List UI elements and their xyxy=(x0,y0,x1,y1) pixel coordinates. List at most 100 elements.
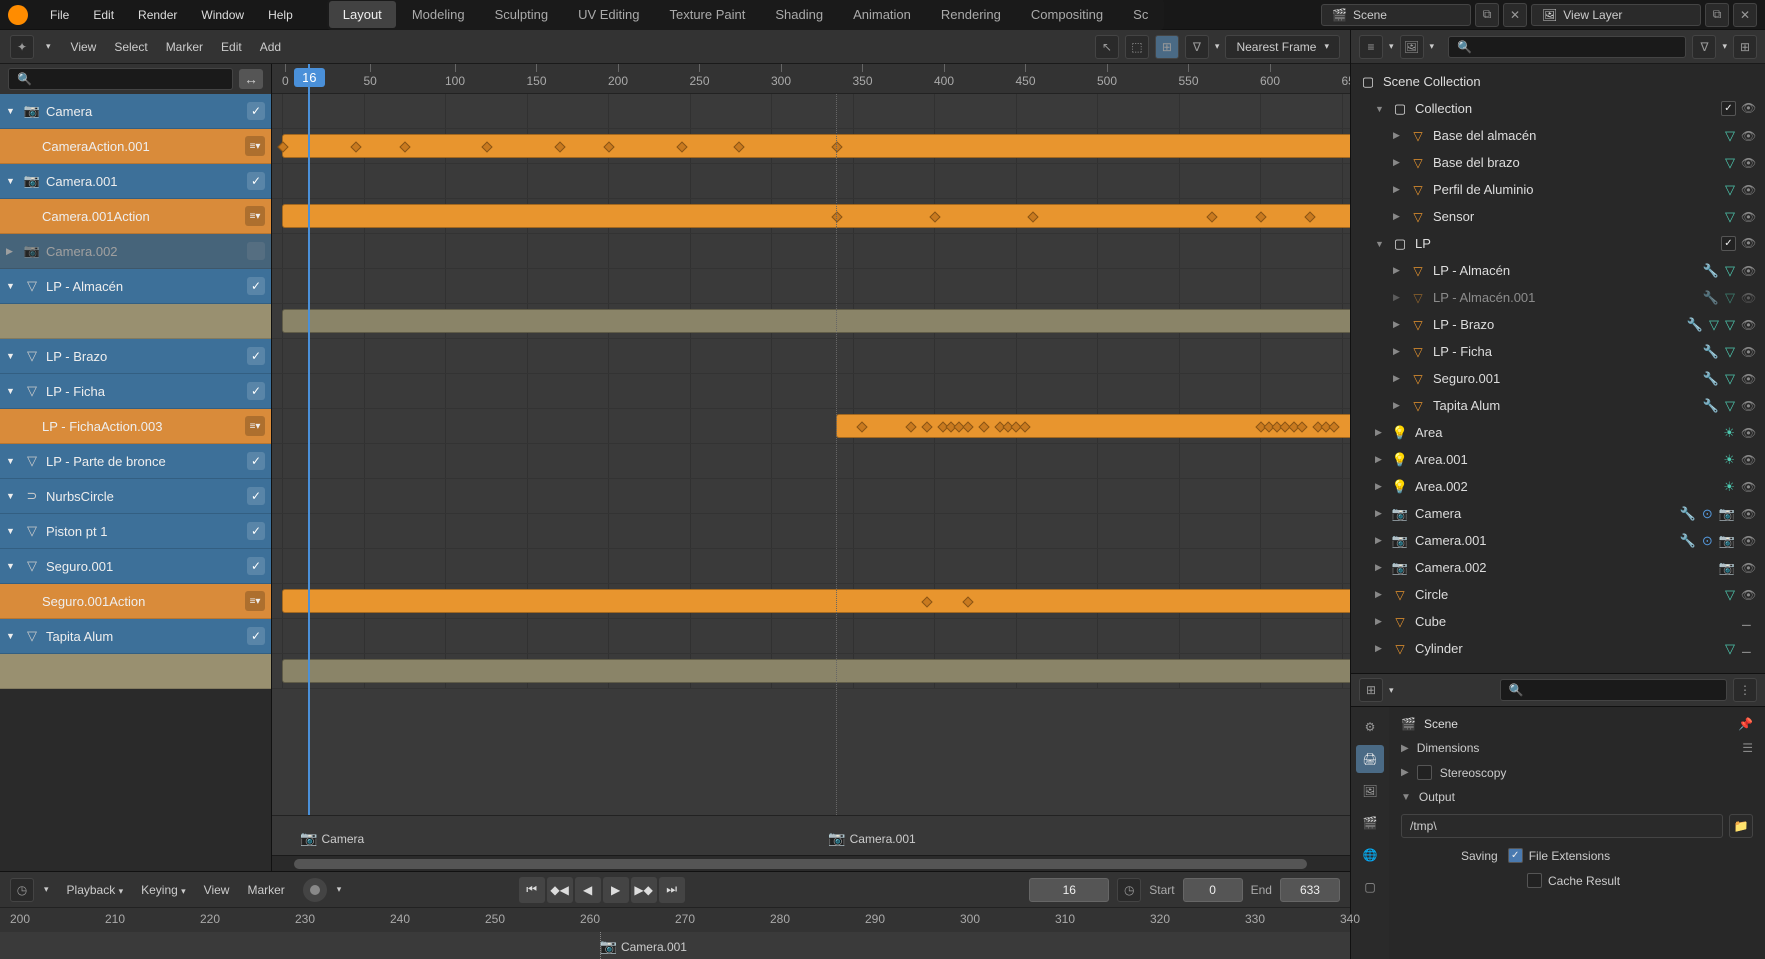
timeline-header-icon[interactable]: ◷ xyxy=(10,878,34,902)
channel-checkbox[interactable]: ✓ xyxy=(247,627,265,645)
channel-menu-icon[interactable]: ≡▾ xyxy=(245,136,265,156)
outliner-item[interactable]: ▶📷Camera.002📷👁 xyxy=(1351,554,1765,581)
keyframe-icon[interactable] xyxy=(921,421,932,432)
snap-mode-dropdown[interactable]: Nearest Frame▾ xyxy=(1225,35,1340,59)
scroll-sync-icon[interactable]: ↔ xyxy=(239,69,263,89)
tab-layout[interactable]: Layout xyxy=(329,1,396,28)
props-tab-object[interactable]: ▢ xyxy=(1356,873,1384,901)
outliner-item[interactable]: ▶▽Base del almacén▽👁 xyxy=(1351,122,1765,149)
nla-channel[interactable]: ▼⊃NurbsCircle✓ xyxy=(0,479,271,514)
cache-result-checkbox[interactable] xyxy=(1527,873,1542,888)
nla-channel[interactable]: ▼▽LP - Brazo✓ xyxy=(0,339,271,374)
filter-icon[interactable]: ∇ xyxy=(1185,35,1209,59)
outliner-item[interactable]: ▶▽LP - Ficha🔧▽👁 xyxy=(1351,338,1765,365)
outliner-item[interactable]: ▶▽Tapita Alum🔧▽👁 xyxy=(1351,392,1765,419)
outliner-item[interactable]: ▶📷Camera🔧⊙📷👁 xyxy=(1351,500,1765,527)
autokey-record-icon[interactable] xyxy=(303,878,327,902)
channel-checkbox[interactable]: ✓ xyxy=(247,522,265,540)
channel-checkbox[interactable]: ✓ xyxy=(247,277,265,295)
keyframe-icon[interactable] xyxy=(921,596,932,607)
outliner-search-input[interactable] xyxy=(1448,36,1686,58)
track-row[interactable] xyxy=(272,444,1350,479)
file-extensions-checkbox[interactable] xyxy=(1508,848,1523,863)
clock-icon[interactable]: ◷ xyxy=(1117,878,1141,902)
track-row[interactable] xyxy=(272,584,1350,619)
viewlayer-close-icon[interactable]: ✕ xyxy=(1733,3,1757,27)
nla-strip[interactable] xyxy=(836,414,1350,438)
nla-channel[interactable]: ▼▽LP - Parte de bronce✓ xyxy=(0,444,271,479)
outliner-item[interactable]: ▶▽Perfil de Aluminio▽👁 xyxy=(1351,176,1765,203)
track-row[interactable] xyxy=(272,304,1350,339)
outliner-item[interactable]: ▶▽LP - Brazo🔧▽▽👁 xyxy=(1351,311,1765,338)
keyframe-icon[interactable] xyxy=(832,211,843,222)
nla-channel[interactable]: ▼📷Camera✓ xyxy=(0,94,271,129)
tab-texture-paint[interactable]: Texture Paint xyxy=(655,1,759,28)
track-row[interactable] xyxy=(272,549,1350,584)
timeline-marker[interactable]: 📷Camera.001 xyxy=(600,938,687,955)
channel-checkbox[interactable]: ✓ xyxy=(247,557,265,575)
visibility-eye-icon[interactable]: 👁 xyxy=(1741,426,1757,440)
viewlayer-selector[interactable]: 🖼View Layer xyxy=(1531,4,1701,26)
props-section-output[interactable]: ▼Output xyxy=(1401,790,1753,804)
outliner-item[interactable]: ▶▽Seguro.001🔧▽👁 xyxy=(1351,365,1765,392)
select-tweak-icon[interactable]: ⊞ xyxy=(1155,35,1179,59)
keyframe-next-button[interactable]: ▶◆ xyxy=(631,877,657,903)
nla-channel[interactable]: LP - FichaAction.003≡▾ xyxy=(0,409,271,444)
nla-channel[interactable]: ▼▽Seguro.001✓ xyxy=(0,549,271,584)
keyframe-icon[interactable] xyxy=(929,211,940,222)
outliner-filter-icon[interactable]: ∇ xyxy=(1692,35,1716,59)
visibility-eye-icon[interactable]: ⚊ xyxy=(1741,615,1757,629)
timeline-menu-keying[interactable]: Keying ▾ xyxy=(133,879,194,901)
play-reverse-button[interactable]: ◀ xyxy=(575,877,601,903)
keyframe-icon[interactable] xyxy=(832,141,843,152)
visibility-eye-icon[interactable]: 👁 xyxy=(1741,210,1757,224)
outliner-root[interactable]: ▢ Scene Collection xyxy=(1351,68,1765,95)
editor-type-icon[interactable]: ✦ xyxy=(10,35,34,59)
keyframe-icon[interactable] xyxy=(1296,421,1307,432)
nla-timeline[interactable]: 16 0501001502002503003504004505005506006… xyxy=(272,64,1350,871)
tab-compositing[interactable]: Compositing xyxy=(1017,1,1117,28)
channel-checkbox[interactable] xyxy=(247,242,265,260)
keyframe-icon[interactable] xyxy=(1304,211,1315,222)
props-editor-icon[interactable]: ⊞ xyxy=(1359,678,1383,702)
outliner-item[interactable]: ▶▽Cylinder▽⚊ xyxy=(1351,635,1765,662)
outliner-item[interactable]: ▶📷Camera.001🔧⊙📷👁 xyxy=(1351,527,1765,554)
keyframe-icon[interactable] xyxy=(962,596,973,607)
keyframe-icon[interactable] xyxy=(554,141,565,152)
props-tab-render[interactable]: ⚙ xyxy=(1356,713,1384,741)
visibility-eye-icon[interactable]: 👁 xyxy=(1741,372,1757,386)
track-row[interactable] xyxy=(272,199,1350,234)
props-section-dimensions[interactable]: ▶Dimensions ☰ xyxy=(1401,741,1753,755)
timeline-marker[interactable]: 📷Camera.001 xyxy=(828,830,915,847)
nla-channel[interactable]: ▼▽LP - Almacén✓ xyxy=(0,269,271,304)
outliner-item[interactable]: ▶▽Sensor▽👁 xyxy=(1351,203,1765,230)
keyframe-icon[interactable] xyxy=(1027,211,1038,222)
props-tab-output[interactable]: 🖨 xyxy=(1356,745,1384,773)
track-row[interactable] xyxy=(272,619,1350,654)
keyframe-icon[interactable] xyxy=(856,421,867,432)
tab-animation[interactable]: Animation xyxy=(839,1,925,28)
props-tab-viewlayer[interactable]: 🖼 xyxy=(1356,777,1384,805)
keyframe-icon[interactable] xyxy=(962,421,973,432)
nla-channel[interactable] xyxy=(0,304,271,339)
nla-channel[interactable] xyxy=(0,654,271,689)
channel-checkbox[interactable]: ✓ xyxy=(247,172,265,190)
outliner-new-collection-icon[interactable]: ⊞ xyxy=(1733,35,1757,59)
nla-scrollbar[interactable] xyxy=(272,855,1350,871)
channel-checkbox[interactable]: ✓ xyxy=(247,102,265,120)
current-frame-input[interactable]: 16 xyxy=(1029,878,1109,902)
outliner-item[interactable]: ▶▽Cube⚊ xyxy=(1351,608,1765,635)
visibility-eye-icon[interactable]: 👁 xyxy=(1741,236,1757,251)
props-section-stereoscopy[interactable]: ▶ Stereoscopy xyxy=(1401,765,1753,780)
channel-checkbox[interactable]: ✓ xyxy=(247,347,265,365)
outliner-item[interactable]: ▶▽Base del brazo▽👁 xyxy=(1351,149,1765,176)
outliner-item[interactable]: ▶💡Area.002☀👁 xyxy=(1351,473,1765,500)
visibility-eye-icon[interactable]: 👁 xyxy=(1741,507,1757,521)
nla-menu-view[interactable]: View xyxy=(63,36,105,58)
timeline-area[interactable]: 📷Camera.001 xyxy=(0,932,1350,959)
track-row[interactable] xyxy=(272,94,1350,129)
collection-enable-checkbox[interactable] xyxy=(1721,236,1736,251)
props-tab-world[interactable]: 🌐 xyxy=(1356,841,1384,869)
channel-menu-icon[interactable]: ≡▾ xyxy=(245,591,265,611)
jump-end-button[interactable]: ⏭ xyxy=(659,877,685,903)
